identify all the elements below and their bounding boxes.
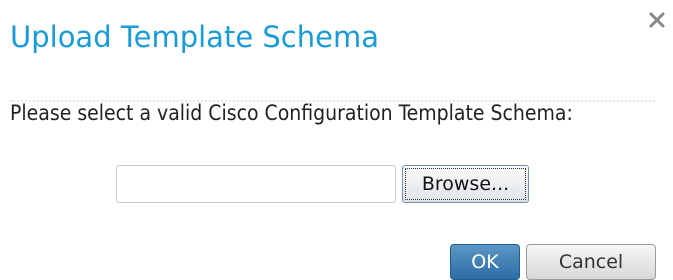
close-icon[interactable] <box>647 10 667 30</box>
upload-template-schema-dialog: Upload Template Schema Please select a v… <box>0 0 673 280</box>
instruction-text: Please select a valid Cisco Configuratio… <box>10 101 573 125</box>
browse-button-label: Browse... <box>405 168 526 200</box>
dialog-title: Upload Template Schema <box>10 20 379 54</box>
close-icon-glyph <box>649 12 665 28</box>
file-path-input[interactable] <box>116 165 396 203</box>
cancel-button[interactable]: Cancel <box>526 244 656 280</box>
browse-button[interactable]: Browse... <box>402 165 529 203</box>
ok-button[interactable]: OK <box>450 244 520 280</box>
